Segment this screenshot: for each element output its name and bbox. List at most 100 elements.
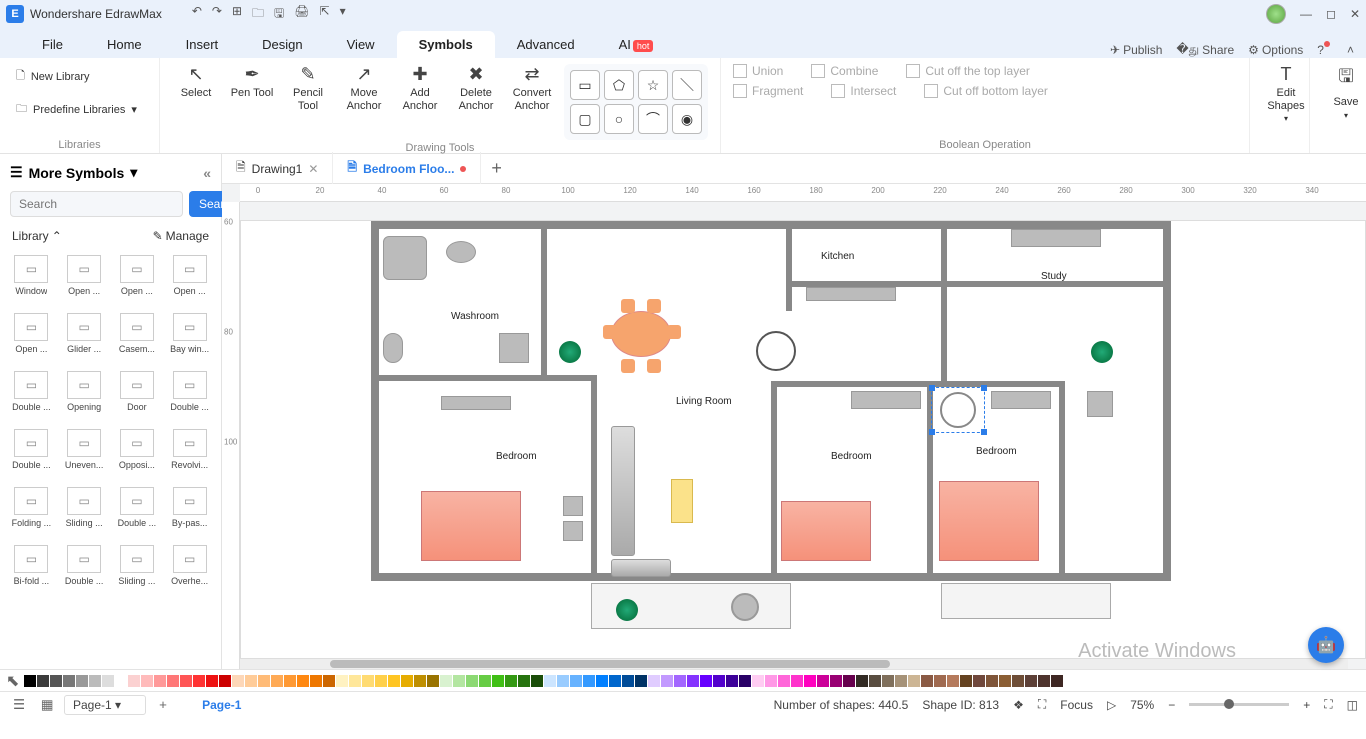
predefine-libraries-button[interactable]: 🗀 Predefine Libraries▾ — [12, 97, 147, 122]
color-swatch[interactable] — [791, 675, 803, 687]
fullscreen-icon[interactable]: ⛶ — [1324, 697, 1332, 712]
library-item[interactable]: ▭Open ... — [6, 309, 57, 365]
save-icon[interactable]: 🖫 — [274, 4, 284, 25]
color-swatch[interactable] — [141, 675, 153, 687]
chat-button[interactable]: 🤖 — [1308, 627, 1344, 663]
color-swatch[interactable] — [37, 675, 49, 687]
manage-button[interactable]: ✎ Manage — [153, 229, 209, 243]
color-swatch[interactable] — [739, 675, 751, 687]
color-swatch[interactable] — [297, 675, 309, 687]
page-list-icon[interactable]: ☰ — [8, 695, 30, 715]
color-swatch[interactable] — [609, 675, 621, 687]
bed[interactable] — [781, 501, 871, 561]
color-swatch[interactable] — [388, 675, 400, 687]
focus-button[interactable]: Focus — [1060, 698, 1093, 712]
tab-bedroom-floor[interactable]: 🗎 Bedroom Floo... — [333, 152, 481, 185]
color-swatch[interactable] — [557, 675, 569, 687]
color-swatch[interactable] — [193, 675, 205, 687]
library-item[interactable]: ▭Window — [6, 251, 57, 307]
zoom-slider[interactable] — [1189, 703, 1289, 706]
color-swatch[interactable] — [531, 675, 543, 687]
color-swatch[interactable] — [596, 675, 608, 687]
zoom-out-button[interactable]: − — [1168, 698, 1175, 712]
color-swatch[interactable] — [986, 675, 998, 687]
color-swatch[interactable] — [375, 675, 387, 687]
color-swatch[interactable] — [284, 675, 296, 687]
color-swatch[interactable] — [1012, 675, 1024, 687]
library-item[interactable]: ▭Double ... — [6, 367, 57, 423]
shape-line-icon[interactable]: ＼ — [672, 70, 702, 100]
color-swatch[interactable] — [921, 675, 933, 687]
color-swatch[interactable] — [63, 675, 75, 687]
color-swatch[interactable] — [206, 675, 218, 687]
eyedropper-icon[interactable]: ⬉ — [6, 671, 19, 691]
color-swatch[interactable] — [310, 675, 322, 687]
color-swatch[interactable] — [960, 675, 972, 687]
library-item[interactable]: ▭Revolvi... — [164, 425, 215, 481]
active-page-tab[interactable]: Page-1 — [188, 696, 255, 714]
color-swatch[interactable] — [1038, 675, 1050, 687]
color-swatch[interactable] — [154, 675, 166, 687]
close-tab-icon[interactable]: ✕ — [308, 162, 318, 176]
library-item[interactable]: ▭Uneven... — [59, 425, 110, 481]
color-swatch[interactable] — [271, 675, 283, 687]
color-swatch[interactable] — [674, 675, 686, 687]
options-button[interactable]: ⚙ Options — [1248, 43, 1303, 57]
publish-button[interactable]: ✈ Publish — [1110, 43, 1162, 57]
qat-more-icon[interactable]: ▾ — [340, 4, 346, 25]
add-tab-button[interactable]: + — [481, 158, 512, 179]
menu-insert[interactable]: Insert — [164, 31, 241, 58]
layers-icon[interactable]: ❖ — [1013, 698, 1024, 712]
color-swatch[interactable] — [713, 675, 725, 687]
color-swatch[interactable] — [843, 675, 855, 687]
menu-design[interactable]: Design — [240, 31, 324, 58]
library-item[interactable]: ▭Double ... — [112, 483, 163, 539]
library-item[interactable]: ▭Double ... — [6, 425, 57, 481]
library-item[interactable]: ▭Open ... — [112, 251, 163, 307]
library-item[interactable]: ▭Glider ... — [59, 309, 110, 365]
plant[interactable] — [559, 341, 581, 363]
bed[interactable] — [421, 491, 521, 561]
presentation-icon[interactable]: ▷ — [1107, 698, 1116, 712]
color-swatch[interactable] — [869, 675, 881, 687]
color-swatch[interactable] — [349, 675, 361, 687]
bed[interactable] — [939, 481, 1039, 561]
delete-anchor-tool[interactable]: ✖Delete Anchor — [452, 64, 500, 112]
color-swatch[interactable] — [24, 675, 36, 687]
move-anchor-tool[interactable]: ↗Move Anchor — [340, 64, 388, 112]
color-swatch[interactable] — [661, 675, 673, 687]
shape-spiral-icon[interactable]: ◉ — [672, 104, 702, 134]
plant[interactable] — [1091, 341, 1113, 363]
color-swatch[interactable] — [245, 675, 257, 687]
library-item[interactable]: ▭Double ... — [59, 541, 110, 597]
menu-symbols[interactable]: Symbols — [397, 31, 495, 58]
color-swatch[interactable] — [518, 675, 530, 687]
library-item[interactable]: ▭Sliding ... — [112, 541, 163, 597]
shape-circle-icon[interactable]: ○ — [604, 104, 634, 134]
sofa[interactable] — [611, 426, 635, 556]
library-item[interactable]: ▭Overhe... — [164, 541, 215, 597]
color-swatch[interactable] — [765, 675, 777, 687]
color-swatch[interactable] — [258, 675, 270, 687]
search-input[interactable] — [10, 191, 183, 217]
sidebar-dropdown-icon[interactable]: ▾ — [130, 164, 137, 181]
color-swatch[interactable] — [102, 675, 114, 687]
rug[interactable] — [671, 479, 693, 523]
color-swatch[interactable] — [908, 675, 920, 687]
color-swatch[interactable] — [440, 675, 452, 687]
cut-bottom-button[interactable]: Cut off bottom layer — [924, 84, 1048, 98]
color-swatch[interactable] — [323, 675, 335, 687]
color-swatch[interactable] — [700, 675, 712, 687]
color-swatch[interactable] — [635, 675, 647, 687]
color-swatch[interactable] — [453, 675, 465, 687]
color-swatch[interactable] — [167, 675, 179, 687]
color-swatch[interactable] — [648, 675, 660, 687]
pencil-tool[interactable]: ✎Pencil Tool — [284, 64, 332, 112]
save-button[interactable]: 🖫Save▾ — [1322, 64, 1366, 120]
color-swatch[interactable] — [76, 675, 88, 687]
color-swatch[interactable] — [1025, 675, 1037, 687]
color-swatch[interactable] — [882, 675, 894, 687]
spiral-stair[interactable] — [756, 331, 796, 371]
color-swatch[interactable] — [401, 675, 413, 687]
minimize-icon[interactable]: — — [1300, 7, 1312, 21]
